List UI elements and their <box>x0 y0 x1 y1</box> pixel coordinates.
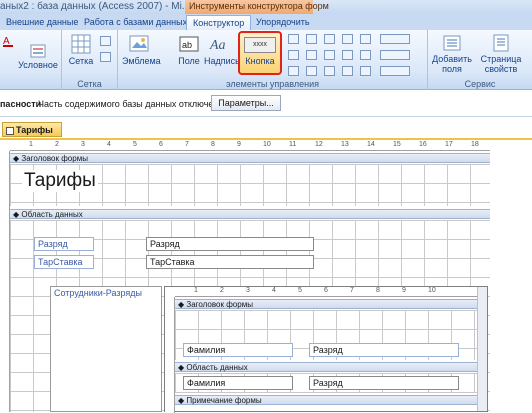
document-tab[interactable]: Тарифы <box>2 122 62 137</box>
logo-button[interactable]: Эмблема <box>122 34 161 66</box>
field-tarstavka[interactable]: ТарСтавка <box>146 255 314 269</box>
horizontal-ruler: 1 2 3 4 5 6 7 8 9 10 11 12 13 14 15 16 17 18 <box>10 141 490 151</box>
chart-icon[interactable] <box>288 50 299 60</box>
property-sheet-button[interactable]: Страница свойств <box>476 34 526 74</box>
toggle-button-icon[interactable] <box>324 50 335 60</box>
field-button[interactable]: ab Поле <box>176 34 202 66</box>
rectangle-icon[interactable] <box>360 50 371 60</box>
subform-header-familiya[interactable]: Фамилия <box>183 343 293 357</box>
document-area: Тарифы 1 2 3 4 5 6 7 8 9 10 11 12 13 14 15 16 17 18 ◆ Заг… <box>0 118 532 413</box>
align-icon[interactable] <box>100 36 111 46</box>
add-fields-button[interactable]: Добавить поля <box>432 34 472 74</box>
unbound-frame-icon[interactable] <box>306 66 317 76</box>
page-break-icon[interactable] <box>342 34 353 44</box>
subform-horizontal-ruler: 1 2 3 4 5 6 7 8 9 10 <box>175 287 477 297</box>
checkbox-icon[interactable] <box>288 66 299 76</box>
option-group-icon[interactable] <box>324 34 335 44</box>
ribbon-group-controls-label: элементы управления <box>226 79 319 89</box>
conditional-button[interactable]: Условное <box>18 44 58 70</box>
subform-icon[interactable] <box>360 66 371 76</box>
ribbon: A Условное Сетка Сетка Эмблема ab Поле A… <box>0 30 532 90</box>
subform-section-footer[interactable]: ◆ Примечание формы <box>175 395 477 405</box>
combo-box-icon[interactable] <box>360 34 371 44</box>
radio-button-icon[interactable] <box>342 66 353 76</box>
spacing-icon[interactable] <box>100 52 111 62</box>
label-razryad[interactable]: Разряд <box>34 237 94 251</box>
subform-section-detail[interactable]: ◆ Область данных <box>175 362 477 372</box>
subform-control[interactable]: 1 2 3 4 5 6 7 8 9 10 ◆ Заголовок формы Фамилия Ра… <box>164 286 488 413</box>
form-title-label[interactable]: Тарифы <box>22 170 98 192</box>
label-button[interactable]: Aa Надпись <box>204 34 240 66</box>
subform-field-familiya[interactable]: Фамилия <box>183 376 293 390</box>
context-group-label: Инструменты конструктора форм <box>185 0 329 14</box>
section-detail[interactable]: ◆ Область данных <box>10 209 490 219</box>
ribbon-group-controls: Эмблема ab Поле Aa Надпись xxxx Кнопка э… <box>118 30 428 90</box>
list-box-icon[interactable] <box>342 50 353 60</box>
subform-vertical-ruler <box>165 297 175 413</box>
tab-arrange[interactable]: Упорядочить <box>250 15 316 30</box>
tab-underline <box>0 138 532 140</box>
ribbon-tabs: Внешние данные Работа с базами данных Ко… <box>0 14 532 30</box>
security-warning-label: пасности <box>0 99 42 109</box>
tab-control-icon[interactable] <box>288 34 299 44</box>
button-preview-icon: xxxx <box>244 37 276 53</box>
ribbon-group-service-label: Сервис <box>464 79 496 89</box>
subform-header-razryad[interactable]: Разряд <box>309 343 459 357</box>
ribbon-group-grid: Сетка Сетка <box>62 30 118 90</box>
subform-scrollbar[interactable] <box>477 287 487 411</box>
ribbon-group-grid-label: Сетка <box>77 79 102 89</box>
attachment-icon[interactable] <box>324 66 335 76</box>
security-warning-text: Часть содержимого базы данных отключено <box>38 99 224 109</box>
subform-label: Сотрудники-Разряды <box>54 288 142 298</box>
insert-image-icon[interactable] <box>380 50 410 60</box>
controls-more-icon[interactable] <box>380 66 410 76</box>
gridlines-button[interactable]: Сетка <box>68 34 94 66</box>
button-control[interactable]: xxxx Кнопка <box>238 31 282 75</box>
label-tarstavka[interactable]: ТарСтавка <box>34 255 94 269</box>
ribbon-group-service: Добавить поля Страница свойств Сервис <box>428 30 532 90</box>
tab-database-tools[interactable]: Работа с базами данных <box>78 15 193 30</box>
message-bar: пасности Часть содержимого базы данных о… <box>0 91 532 117</box>
window-title: аных2 : база данных (Access 2007) - Mi..… <box>0 1 191 12</box>
svg-text:ab: ab <box>182 40 192 50</box>
field-razryad[interactable]: Разряд <box>146 237 314 251</box>
subform-section-header[interactable]: ◆ Заголовок формы <box>175 299 477 309</box>
title-bar: аных2 : база данных (Access 2007) - Mi..… <box>0 0 532 14</box>
subform-label-box[interactable]: Сотрудники-Разряды <box>50 286 162 412</box>
hyperlink-icon[interactable] <box>306 34 317 44</box>
line-icon[interactable] <box>306 50 317 60</box>
vertical-ruler <box>0 151 10 412</box>
font-color-icon[interactable]: A <box>2 34 16 50</box>
arrow-dropdown-icon[interactable] <box>380 34 410 44</box>
options-button[interactable]: Параметры... <box>211 95 281 111</box>
section-form-header[interactable]: ◆ Заголовок формы <box>10 153 490 163</box>
tab-external-data[interactable]: Внешние данные <box>0 15 84 30</box>
tab-design[interactable]: Конструктор <box>186 15 252 30</box>
subform-field-razryad[interactable]: Разряд <box>309 376 459 390</box>
ribbon-group-font: A Условное <box>0 30 62 90</box>
svg-text:Aa: Aa <box>209 38 226 53</box>
form-icon <box>6 126 14 135</box>
